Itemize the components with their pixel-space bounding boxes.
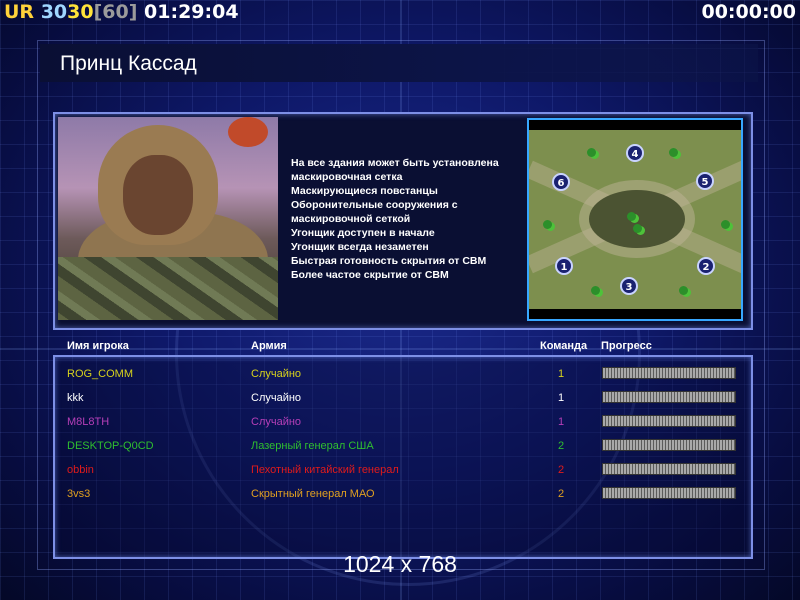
description-line: Быстрая готовность скрытия от СВМ <box>291 255 487 267</box>
player-team: 1 <box>558 392 565 404</box>
start-position-2: 2 <box>697 257 715 275</box>
player-army: Случайно <box>251 368 302 380</box>
player-name: DESKTOP-Q0CD <box>67 440 154 452</box>
tree-icon <box>633 224 642 233</box>
header-team: Команда <box>540 340 588 352</box>
description-line: На все здания может быть установлена <box>291 157 499 169</box>
player-name: ROG_COMM <box>67 368 133 380</box>
player-team: 1 <box>558 416 565 428</box>
player-army: Случайно <box>251 392 302 404</box>
tree-icon <box>543 220 552 229</box>
description-line: Оборонительные сооружения с <box>291 199 458 211</box>
status-left: UR 3030[60] 01:29:04 <box>4 1 239 23</box>
tree-icon <box>679 286 688 295</box>
start-position-5: 5 <box>696 172 714 190</box>
map-center-basin <box>589 190 685 248</box>
game-clock: 01:29:04 <box>144 1 239 23</box>
description-line: Угонщик всегда незаметен <box>291 241 429 253</box>
game-timer: 00:00:00 <box>701 1 796 23</box>
progress-bar <box>602 391 736 403</box>
player-name: M8L8TH <box>67 416 110 428</box>
map-preview: 1 2 3 4 5 6 <box>527 118 743 321</box>
progress-bar <box>602 439 736 451</box>
header-player-name: Имя игрока <box>67 340 129 352</box>
description-line: Угонщик доступен в начале <box>291 227 435 239</box>
start-position-3: 3 <box>620 277 638 295</box>
start-position-6: 6 <box>552 173 570 191</box>
general-title: Принц Кассад <box>60 52 197 75</box>
status-bar: UR 3030[60] 01:29:04 00:00:00 <box>0 0 800 26</box>
player-army: Пехотный китайский генерал <box>251 464 399 476</box>
header-progress: Прогресс <box>601 340 652 352</box>
player-row: kkk Случайно 1 <box>0 388 800 408</box>
progress-bar <box>602 415 736 427</box>
description-line: маскировочная сетка <box>291 171 403 183</box>
player-team: 2 <box>558 464 565 476</box>
general-portrait <box>58 117 278 320</box>
sun-shape <box>228 117 268 147</box>
player-row: 3vs3 Скрытный генерал МАО 2 <box>0 484 800 504</box>
stat-value-2: 30 <box>67 1 94 23</box>
player-row: DESKTOP-Q0CD Лазерный генерал США 2 <box>0 436 800 456</box>
tree-icon <box>721 220 730 229</box>
stat-value-1: 30 <box>40 1 68 23</box>
player-army: Случайно <box>251 416 302 428</box>
player-name: 3vs3 <box>67 488 91 500</box>
player-name: kkk <box>67 392 84 404</box>
camo-uniform-shape <box>58 257 278 320</box>
description-line: маскировочной сеткой <box>291 213 411 225</box>
header-army: Армия <box>251 340 287 352</box>
players-panel <box>53 355 753 559</box>
player-row: ROG_COMM Случайно 1 <box>0 364 800 384</box>
start-position-1: 1 <box>555 257 573 275</box>
tree-icon <box>669 148 678 157</box>
stat-value-3: [60] <box>93 1 138 23</box>
progress-bar <box>602 367 736 379</box>
tree-icon <box>591 286 600 295</box>
face-shape <box>123 155 193 235</box>
player-team: 2 <box>558 488 565 500</box>
player-team: 1 <box>558 368 565 380</box>
player-name: obbin <box>67 464 94 476</box>
general-description: На все здания может быть установлена мас… <box>291 156 523 282</box>
description-line: Маскирующиеся повстанцы <box>291 185 438 197</box>
start-position-4: 4 <box>626 144 644 162</box>
player-team: 2 <box>558 440 565 452</box>
map-band-top <box>529 120 741 130</box>
description-line: Более частое скрытие от СВМ <box>291 269 449 281</box>
map-band-bottom <box>529 309 741 319</box>
progress-bar <box>602 463 736 475</box>
ur-label: UR <box>4 1 35 23</box>
tree-icon <box>627 212 636 221</box>
player-army: Скрытный генерал МАО <box>251 488 375 500</box>
player-row: obbin Пехотный китайский генерал 2 <box>0 460 800 480</box>
player-row: M8L8TH Случайно 1 <box>0 412 800 432</box>
progress-bar <box>602 487 736 499</box>
player-army: Лазерный генерал США <box>251 440 374 452</box>
tree-icon <box>587 148 596 157</box>
resolution-label: 1024 x 768 <box>343 551 457 577</box>
